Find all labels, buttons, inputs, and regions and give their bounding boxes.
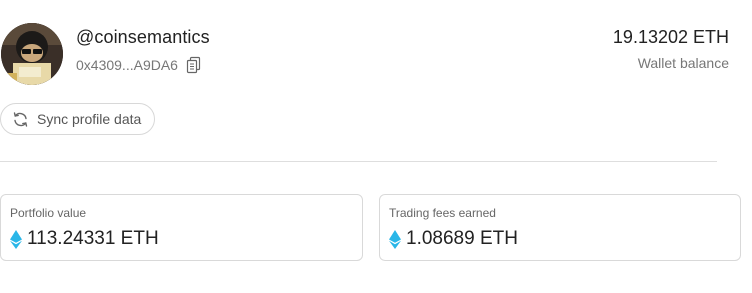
wallet-address: 0x4309...A9DA6 bbox=[76, 57, 178, 73]
trading-fees-card: Trading fees earned 1.08689 ETH bbox=[379, 194, 741, 261]
trading-fees-row: 1.08689 ETH bbox=[389, 228, 518, 250]
portfolio-value: 113.24331 ETH bbox=[27, 228, 159, 249]
username: @coinsemantics bbox=[76, 27, 210, 47]
ethereum-icon bbox=[389, 229, 401, 249]
divider bbox=[0, 161, 717, 162]
wallet-balance-label: Wallet balance bbox=[637, 55, 729, 71]
portfolio-value-card: Portfolio value 113.24331 ETH bbox=[0, 194, 363, 261]
ethereum-icon bbox=[10, 229, 22, 249]
avatar bbox=[1, 23, 63, 85]
portfolio-value-label: Portfolio value bbox=[10, 206, 87, 220]
trading-fees-value: 1.08689 ETH bbox=[406, 228, 518, 249]
portfolio-value-row: 113.24331 ETH bbox=[10, 228, 159, 250]
trading-fees-label: Trading fees earned bbox=[389, 206, 496, 220]
copy-icon[interactable] bbox=[186, 56, 202, 74]
address-row: 0x4309...A9DA6 bbox=[76, 56, 202, 74]
wallet-balance-value: 19.13202 ETH bbox=[612, 27, 729, 47]
sync-profile-button[interactable]: Sync profile data bbox=[0, 103, 156, 135]
sync-profile-label: Sync profile data bbox=[37, 111, 142, 127]
refresh-icon bbox=[12, 111, 29, 128]
